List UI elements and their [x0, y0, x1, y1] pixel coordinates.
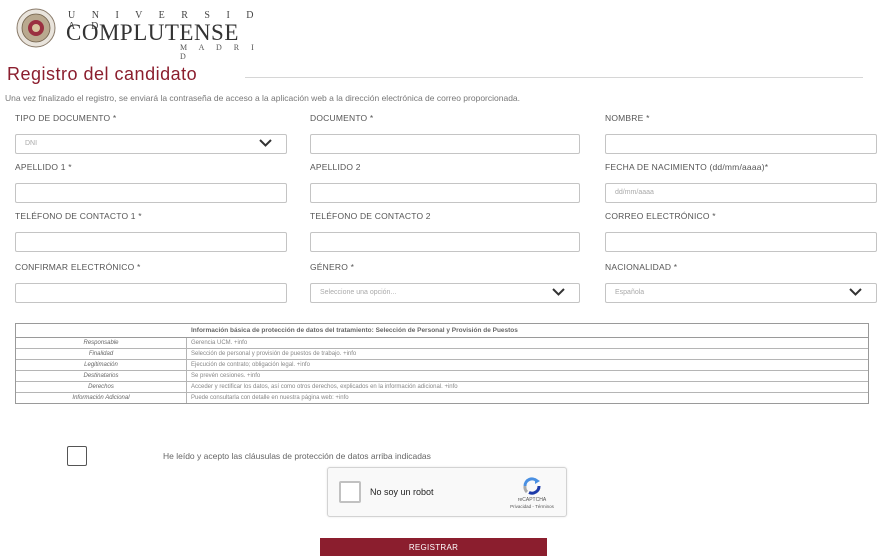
fecha-nacimiento-placeholder: dd/mm/aaaa: [615, 189, 654, 196]
row-value: Gerencia UCM. +info: [191, 340, 248, 346]
row-value: Acceder y rectificar los datos, así como…: [191, 384, 458, 390]
tipo-documento-select[interactable]: DNI: [15, 134, 287, 154]
recaptcha-checkbox[interactable]: [339, 481, 361, 503]
data-protection-table: Información básica de protección de dato…: [15, 323, 869, 404]
chevron-down-icon: [259, 139, 272, 147]
university-logo: U N I V E R S I D A D COMPLUTENSE M A D …: [16, 8, 276, 61]
genero-select[interactable]: Seleccione una opción...: [310, 283, 580, 303]
university-seal-icon: [16, 8, 56, 48]
recaptcha-widget: No soy un robot reCAPTCHA Privacidad - T…: [327, 467, 567, 517]
documento-input[interactable]: [310, 134, 580, 154]
tipo-documento-value: DNI: [25, 140, 38, 147]
recaptcha-label: No soy un robot: [370, 487, 434, 497]
apellido1-input[interactable]: [15, 183, 287, 203]
chevron-down-icon: [849, 288, 862, 296]
page-title: Registro del candidato: [7, 64, 198, 84]
table-row: Destinatarios Se prevén cesiones. +info: [16, 371, 868, 382]
row-value: Se prevén cesiones. +info: [191, 373, 261, 379]
row-value: Puede consultarla con detalle en nuestra…: [191, 395, 349, 401]
apellido2-input[interactable]: [310, 183, 580, 203]
nacionalidad-label: NACIONALIDAD *: [605, 262, 678, 272]
recaptcha-logo-icon: [523, 477, 541, 495]
table-row: Finalidad Selección de personal y provis…: [16, 349, 868, 360]
confirmar-label: CONFIRMAR ELECTRÓNICO *: [15, 262, 141, 272]
data-protection-heading: Información básica de protección de dato…: [16, 324, 868, 338]
consent-label: He leído y acepto las cláusulas de prote…: [163, 451, 431, 461]
title-divider: [245, 77, 863, 78]
nacionalidad-select[interactable]: Española: [605, 283, 877, 303]
table-row: Derechos Acceder y rectificar los datos,…: [16, 382, 868, 393]
row-key: Finalidad: [16, 349, 187, 359]
consent-checkbox[interactable]: [67, 446, 87, 466]
registrar-button[interactable]: REGISTRAR: [320, 538, 547, 556]
nombre-label: NOMBRE *: [605, 113, 650, 123]
recaptcha-links[interactable]: Privacidad - Términos: [502, 504, 562, 509]
fecha-nacimiento-input[interactable]: dd/mm/aaaa: [605, 183, 877, 203]
row-key: Derechos: [16, 382, 187, 392]
row-key: Destinatarios: [16, 371, 187, 381]
recaptcha-brand: reCAPTCHA: [517, 497, 547, 503]
fecha-nacimiento-label: FECHA DE NACIMIENTO (dd/mm/aaaa)*: [605, 162, 769, 172]
table-row: Legitimación Ejecución de contrato; obli…: [16, 360, 868, 371]
nacionalidad-value: Española: [615, 289, 645, 296]
table-row: Información Adicional Puede consultarla …: [16, 393, 868, 403]
apellido2-label: APELLIDO 2: [310, 162, 361, 172]
telefono2-label: TELÉFONO DE CONTACTO 2: [310, 211, 431, 221]
row-value: Selección de personal y provisión de pue…: [191, 351, 357, 357]
telefono2-input[interactable]: [310, 232, 580, 252]
chevron-down-icon: [552, 288, 565, 296]
genero-label: GÉNERO *: [310, 262, 355, 272]
table-row: Responsable Gerencia UCM. +info: [16, 338, 868, 349]
apellido1-label: APELLIDO 1 *: [15, 162, 72, 172]
logo-madrid: M A D R I D: [180, 43, 259, 61]
intro-text: Una vez finalizado el registro, se envia…: [5, 93, 521, 103]
telefono1-input[interactable]: [15, 232, 287, 252]
row-value: Ejecución de contrato; obligación legal.…: [191, 362, 310, 368]
telefono1-label: TELÉFONO DE CONTACTO 1 *: [15, 211, 142, 221]
documento-label: DOCUMENTO *: [310, 113, 374, 123]
row-key: Información Adicional: [16, 393, 187, 403]
row-key: Legitimación: [16, 360, 187, 370]
nombre-input[interactable]: [605, 134, 877, 154]
tipo-documento-label: TIPO DE DOCUMENTO *: [15, 113, 117, 123]
row-key: Responsable: [16, 338, 187, 348]
confirmar-input[interactable]: [15, 283, 287, 303]
genero-value: Seleccione una opción...: [320, 289, 397, 296]
correo-label: CORREO ELECTRÓNICO *: [605, 211, 716, 221]
correo-input[interactable]: [605, 232, 877, 252]
